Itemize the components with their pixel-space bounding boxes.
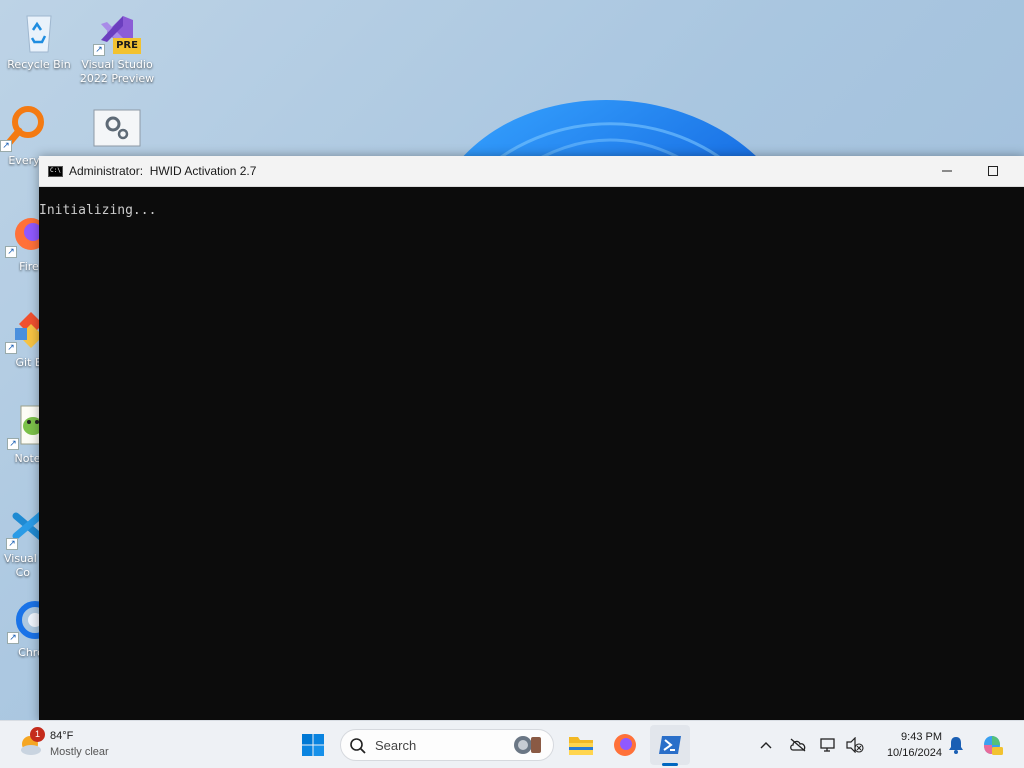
show-hidden-icons-button[interactable] <box>754 733 778 757</box>
search-label: Search <box>375 738 417 753</box>
minimize-button[interactable] <box>924 156 970 186</box>
copilot-button[interactable] <box>980 733 1004 757</box>
shortcut-arrow-icon: ↗ <box>93 44 105 56</box>
shortcut-arrow-icon: ↗ <box>5 246 17 258</box>
recycle-bin-icon <box>26 15 52 53</box>
desktop-icon-visual-studio[interactable]: PRE ↗ Visual Studio 2022 Preview <box>79 8 155 86</box>
search-icon <box>350 738 366 754</box>
weather-notification-badge: 1 <box>30 727 45 742</box>
active-app-indicator <box>662 763 678 766</box>
windows-start-icon <box>302 734 324 756</box>
clock-date: 10/16/2024 <box>886 747 942 759</box>
console-body[interactable]: Initializing... <box>39 187 1024 722</box>
minimize-icon <box>942 170 952 172</box>
weather-temperature: 84°F <box>50 730 74 742</box>
powershell-taskbar-button[interactable] <box>650 725 690 765</box>
shortcut-arrow-icon: ↗ <box>0 140 12 152</box>
volume-tray-button[interactable] <box>843 733 867 757</box>
settings-gears-icon <box>93 109 141 147</box>
window-title: Administrator: HWID Activation 2.7 <box>69 164 257 178</box>
console-window[interactable]: C:\ Administrator: HWID Activation 2.7 I… <box>39 156 1024 722</box>
clock-time: 9:43 PM <box>901 731 942 743</box>
shortcut-arrow-icon: ↗ <box>7 438 19 450</box>
notification-bell-icon <box>949 737 963 754</box>
network-icon <box>820 738 835 752</box>
desktop-icon-recycle-bin[interactable]: Recycle Bin <box>1 8 77 72</box>
console-icon: C:\ <box>48 166 63 177</box>
search-box[interactable]: Search <box>340 729 554 761</box>
network-tray-button[interactable] <box>817 733 841 757</box>
title-bar[interactable]: C:\ Administrator: HWID Activation 2.7 <box>39 156 1024 187</box>
preview-badge: PRE <box>113 38 141 54</box>
taskbar: 1 84°F Mostly clear Search 9:43 PM 10/16… <box>0 720 1024 768</box>
file-explorer-icon <box>569 737 593 755</box>
desktop-icon-settings[interactable] <box>79 104 155 154</box>
start-button[interactable] <box>293 725 333 765</box>
clock[interactable]: 9:43 PM 10/16/2024 <box>872 729 942 761</box>
maximize-icon <box>988 166 998 176</box>
shortcut-arrow-icon: ↗ <box>5 342 17 354</box>
chevron-up-icon <box>760 742 772 749</box>
notifications-button[interactable] <box>944 733 968 757</box>
onedrive-icon <box>790 738 806 752</box>
weather-widget[interactable]: 1 84°F Mostly clear <box>16 727 136 763</box>
copilot-icon <box>984 736 1003 755</box>
weather-condition: Mostly clear <box>50 746 109 758</box>
maximize-button[interactable] <box>970 156 1016 186</box>
onedrive-tray-button[interactable] <box>786 733 810 757</box>
desktop: Recycle Bin PRE ↗ Visual Studio 2022 Pre… <box>0 0 1024 768</box>
console-output: Initializing... <box>39 203 157 218</box>
powershell-icon <box>659 736 681 754</box>
shortcut-arrow-icon: ↗ <box>6 538 18 550</box>
search-highlight-icon <box>514 736 541 754</box>
desktop-icon-label: Visual Studio 2022 Preview <box>79 58 155 85</box>
shortcut-arrow-icon: ↗ <box>7 632 19 644</box>
firefox-icon <box>614 734 636 756</box>
file-explorer-button[interactable] <box>561 725 601 765</box>
desktop-icon-label: Recycle Bin <box>7 58 71 71</box>
firefox-taskbar-button[interactable] <box>605 725 645 765</box>
volume-icon <box>846 737 864 753</box>
